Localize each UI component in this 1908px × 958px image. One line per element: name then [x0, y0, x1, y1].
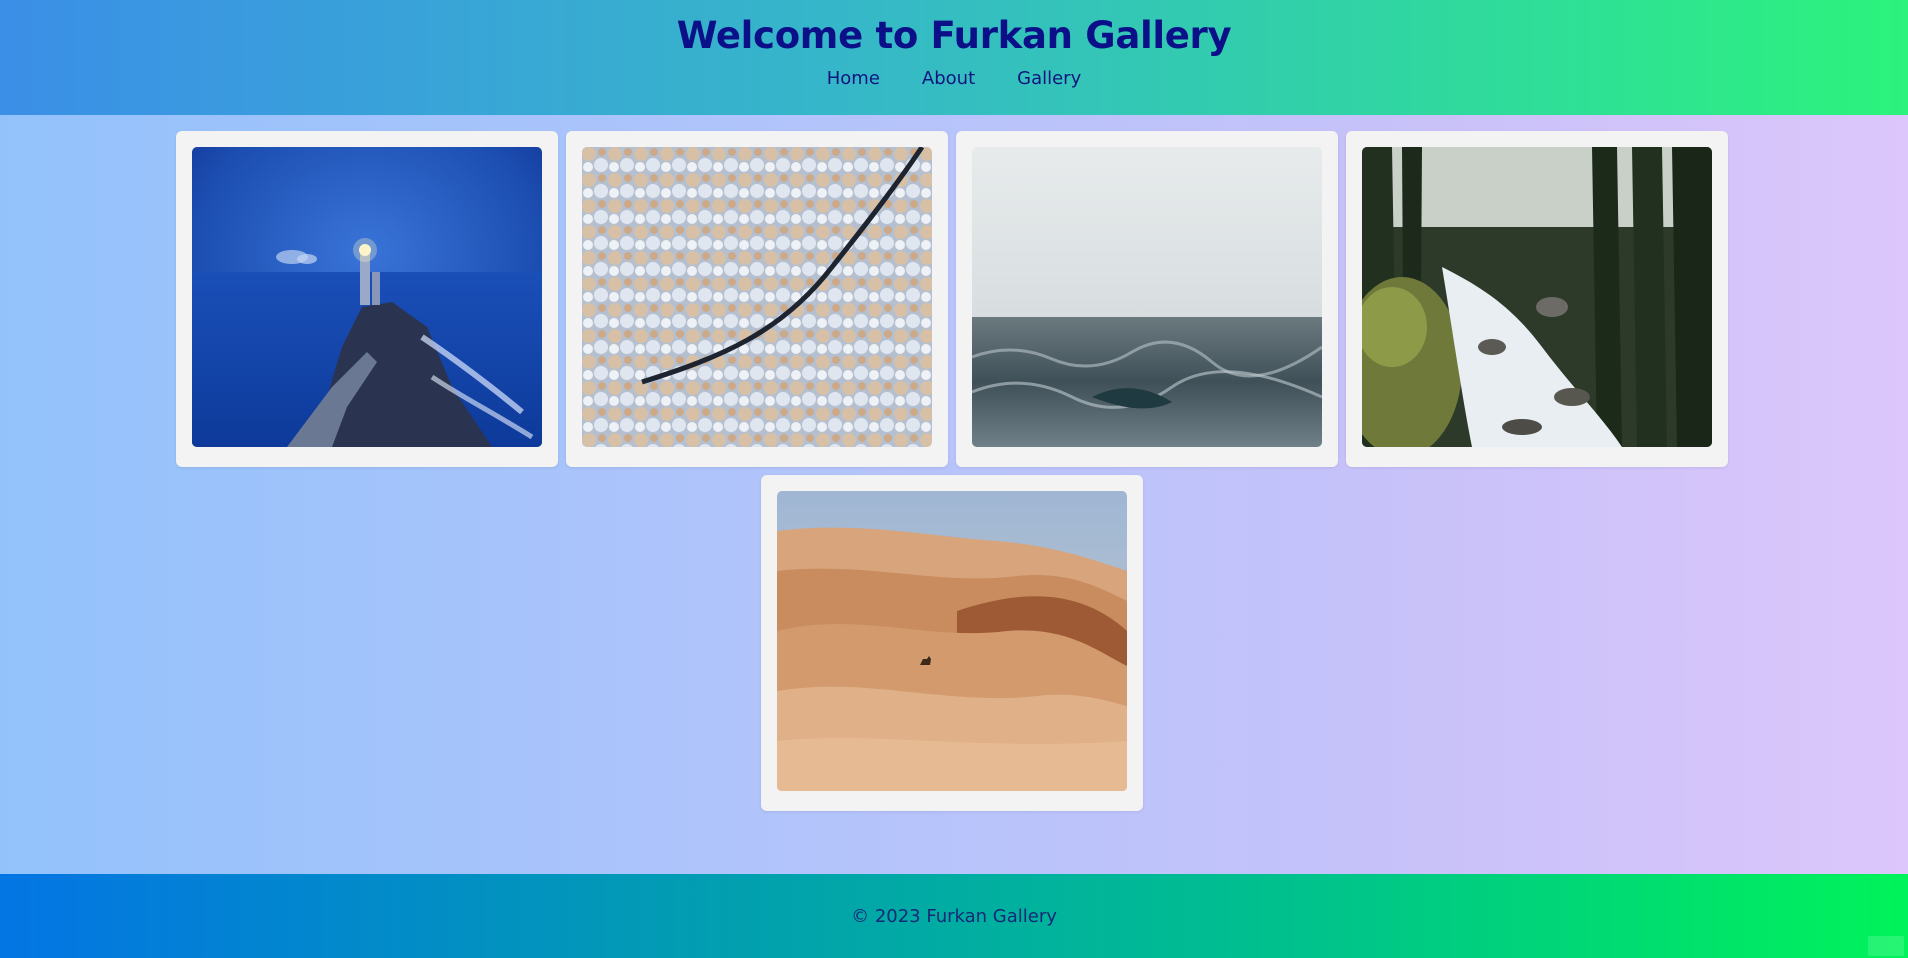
- nav-link-about[interactable]: About: [922, 68, 975, 89]
- gallery-image-lighthouse[interactable]: [192, 147, 542, 447]
- gallery-card[interactable]: [956, 131, 1338, 467]
- site-footer: © 2023 Furkan Gallery: [0, 874, 1908, 958]
- gallery-card[interactable]: [176, 131, 558, 467]
- corner-widget[interactable]: [1868, 936, 1904, 956]
- nav-link-home[interactable]: Home: [827, 68, 880, 89]
- copyright-text: © 2023 Furkan Gallery: [851, 906, 1057, 927]
- gallery-card[interactable]: [761, 475, 1143, 811]
- gallery-card[interactable]: [1346, 131, 1728, 467]
- gallery-image-desert[interactable]: [777, 491, 1127, 791]
- gallery-image-stormy-sea[interactable]: [972, 147, 1322, 447]
- page-title: Welcome to Furkan Gallery: [676, 14, 1232, 57]
- gallery-card[interactable]: [566, 131, 948, 467]
- site-header: Welcome to Furkan Gallery Home About Gal…: [0, 0, 1908, 115]
- nav-link-gallery[interactable]: Gallery: [1017, 68, 1081, 89]
- gallery-image-forest-river[interactable]: [1362, 147, 1712, 447]
- gallery-image-snowy-forest[interactable]: [582, 147, 932, 447]
- main-nav: Home About Gallery: [0, 68, 1908, 89]
